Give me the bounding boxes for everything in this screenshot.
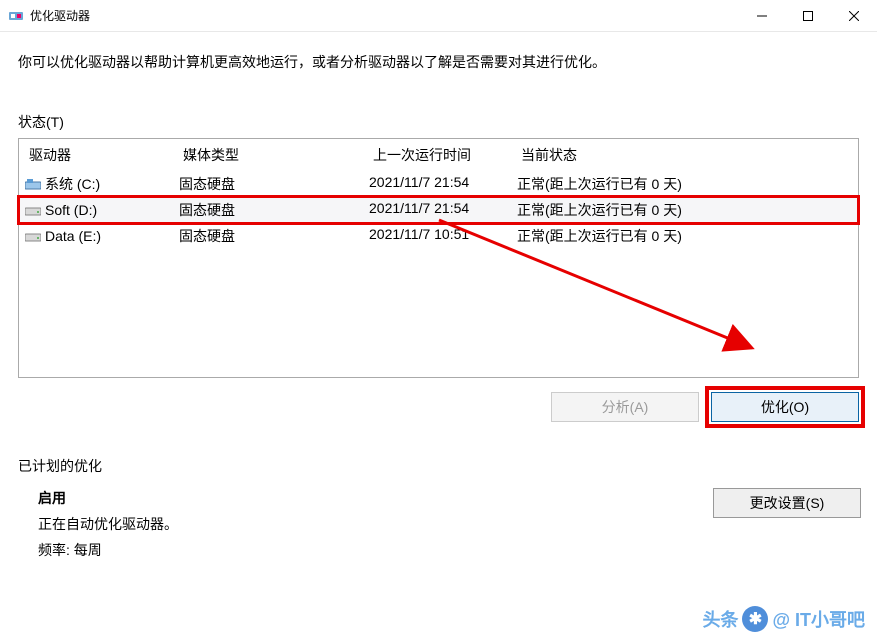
status-section-label: 状态(T) bbox=[18, 112, 859, 132]
window-controls bbox=[739, 0, 877, 32]
scheduled-enabled-label: 启用 bbox=[38, 488, 693, 508]
drive-media: 固态硬盘 bbox=[179, 174, 369, 194]
app-icon bbox=[8, 8, 24, 24]
col-last-run[interactable]: 上一次运行时间 bbox=[373, 145, 521, 165]
drive-status: 正常(距上次运行已有 0 天) bbox=[517, 174, 858, 194]
description-text: 你可以优化驱动器以帮助计算机更高效地运行，或者分析驱动器以了解是否需要对其进行优… bbox=[18, 52, 859, 72]
drive-name: Data (E:) bbox=[45, 228, 101, 244]
col-status[interactable]: 当前状态 bbox=[521, 145, 854, 165]
minimize-button[interactable] bbox=[739, 0, 785, 32]
col-media[interactable]: 媒体类型 bbox=[183, 145, 373, 165]
drive-row-d[interactable]: Soft (D:) 固态硬盘 2021/11/7 21:54 正常(距上次运行已… bbox=[19, 197, 858, 223]
drive-last: 2021/11/7 10:51 bbox=[369, 226, 517, 246]
scheduled-freq: 频率: 每周 bbox=[38, 540, 693, 560]
drive-list-panel: 驱动器 媒体类型 上一次运行时间 当前状态 系统 (C:) 固态硬盘 2021/… bbox=[18, 138, 859, 378]
drive-media: 固态硬盘 bbox=[179, 200, 369, 220]
drive-media: 固态硬盘 bbox=[179, 226, 369, 246]
close-button[interactable] bbox=[831, 0, 877, 32]
drive-last: 2021/11/7 21:54 bbox=[369, 174, 517, 194]
watermark-suffix: @ IT小哥吧 bbox=[772, 606, 865, 632]
drive-hdd-icon bbox=[25, 230, 41, 242]
window-title: 优化驱动器 bbox=[30, 7, 739, 24]
action-button-row: 分析(A) 优化(O) bbox=[18, 392, 859, 422]
drive-last: 2021/11/7 21:54 bbox=[369, 200, 517, 220]
col-drive[interactable]: 驱动器 bbox=[23, 145, 183, 165]
drive-status: 正常(距上次运行已有 0 天) bbox=[517, 200, 858, 220]
drive-system-icon bbox=[25, 178, 41, 190]
drive-list-header: 驱动器 媒体类型 上一次运行时间 当前状态 bbox=[19, 139, 858, 171]
drive-name: 系统 (C:) bbox=[45, 174, 100, 194]
drive-status: 正常(距上次运行已有 0 天) bbox=[517, 226, 858, 246]
analyze-button[interactable]: 分析(A) bbox=[551, 392, 699, 422]
watermark: 头条 ✱ @ IT小哥吧 bbox=[702, 606, 865, 632]
drive-hdd-icon bbox=[25, 204, 41, 216]
window-titlebar: 优化驱动器 bbox=[0, 0, 877, 32]
change-settings-button[interactable]: 更改设置(S) bbox=[713, 488, 861, 518]
drive-row-e[interactable]: Data (E:) 固态硬盘 2021/11/7 10:51 正常(距上次运行已… bbox=[19, 223, 858, 249]
watermark-badge-icon: ✱ bbox=[742, 606, 768, 632]
maximize-button[interactable] bbox=[785, 0, 831, 32]
scheduled-section-label: 已计划的优化 bbox=[18, 456, 859, 476]
optimize-button[interactable]: 优化(O) bbox=[711, 392, 859, 422]
watermark-prefix: 头条 bbox=[702, 606, 738, 632]
drive-name: Soft (D:) bbox=[45, 202, 97, 218]
drive-row-c[interactable]: 系统 (C:) 固态硬盘 2021/11/7 21:54 正常(距上次运行已有 … bbox=[19, 171, 858, 197]
scheduled-desc: 正在自动优化驱动器。 bbox=[38, 514, 693, 534]
